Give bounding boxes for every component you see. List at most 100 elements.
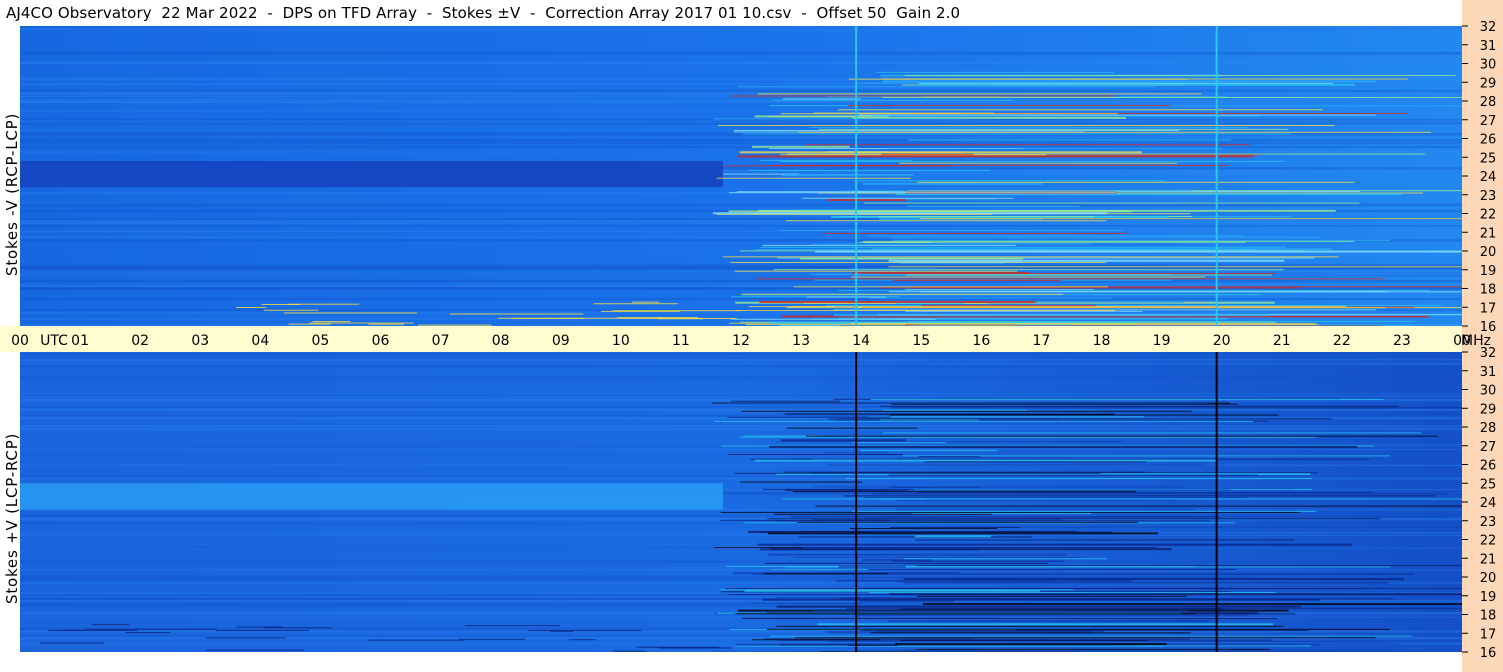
time-tick-label: 06 [372, 333, 390, 349]
emission-line [897, 500, 1178, 502]
emission-line [826, 198, 906, 201]
emission-line [742, 293, 1064, 295]
emission-line [845, 478, 1312, 480]
emission-line [612, 310, 741, 312]
emission-line [768, 553, 1067, 556]
top-panel-ylabel: Stokes -V (RCP-LCP) [3, 112, 21, 276]
emission-line [750, 458, 813, 460]
time-axis-svg: 00 UTC 01 02 03 04 05 06 07 08 09 10 11 12 13 14 15 16 17 1… [11, 333, 1491, 349]
horizontal-stripe [20, 62, 1462, 64]
time-tick-label: 02 [131, 333, 149, 349]
emission-line [775, 597, 891, 599]
emission-line [917, 181, 1354, 183]
emission-line [888, 266, 1462, 268]
emission-line [756, 249, 1256, 251]
emission-line [849, 268, 937, 270]
emission-line [847, 105, 1171, 107]
emission-line [769, 445, 1358, 448]
time-tick-label: 00 [11, 333, 29, 349]
emission-line [921, 305, 1097, 307]
horizontal-stripe [20, 51, 1462, 55]
emission-line [888, 474, 1258, 476]
emission-line [793, 556, 1083, 558]
emission-line [903, 578, 1404, 581]
bottom-strip [0, 652, 1462, 672]
emission-line [312, 321, 351, 323]
emission-line [776, 441, 1123, 443]
horizontal-stripe [20, 531, 1462, 534]
emission-line [762, 598, 1321, 601]
emission-line [837, 109, 1323, 111]
time-tick-label: 12 [732, 333, 750, 349]
horizontal-stripe [20, 364, 1462, 368]
horizontal-stripe [20, 98, 1462, 101]
emission-line [205, 649, 305, 651]
emission-line [737, 155, 1254, 158]
time-tick-label: 15 [912, 333, 930, 349]
emission-line [892, 239, 1391, 241]
horizontal-stripe [20, 140, 1462, 143]
emission-line [722, 256, 1339, 258]
emission-line [904, 74, 1456, 76]
emission-line [759, 159, 913, 161]
emission-line [863, 202, 1360, 204]
emission-line [838, 289, 1430, 291]
emission-line [827, 464, 1207, 466]
time-tick-label: UTC [40, 333, 68, 349]
emission-line [755, 459, 1216, 462]
emission-line [800, 257, 1024, 260]
emission-line [916, 595, 1187, 597]
emission-line [205, 637, 286, 639]
spectrogram-top [20, 26, 1462, 326]
emission-line [863, 182, 1043, 185]
horizontal-stripe [20, 464, 1462, 467]
emission-line [805, 435, 1438, 437]
emission-line [736, 310, 1115, 312]
horizontal-stripe [20, 203, 1462, 207]
emission-line [728, 402, 1209, 404]
horizontal-stripe [20, 312, 1462, 314]
emission-line [869, 297, 1113, 299]
emission-line [823, 232, 1127, 234]
emission-line [728, 192, 1116, 194]
emission-line [714, 420, 1254, 422]
emission-line [795, 637, 1376, 639]
emission-line [889, 236, 1319, 238]
emission-line [716, 177, 911, 179]
emission-line [782, 174, 914, 177]
emission-line [881, 153, 974, 155]
emission-line [783, 413, 849, 415]
time-axis: 00 UTC 01 02 03 04 05 06 07 08 09 10 11 12 13 14 15 16 17 1… [0, 326, 1491, 352]
emission-line [730, 318, 936, 320]
spectrogram-top-svg [20, 26, 1462, 326]
emission-line [827, 640, 1384, 642]
emission-line [767, 518, 1381, 520]
emission-line [887, 620, 1210, 622]
emission-line [751, 145, 850, 148]
emission-line [759, 300, 1036, 303]
emission-line [792, 491, 1136, 493]
emission-line [868, 235, 1245, 237]
emission-line [780, 439, 906, 442]
emission-line [868, 591, 1276, 593]
emission-line [737, 86, 1156, 88]
emission-line [806, 296, 886, 298]
time-tick-label: 18 [1093, 333, 1111, 349]
emission-line [835, 580, 1133, 582]
emission-line [735, 613, 1196, 615]
time-tick-label: 03 [191, 333, 209, 349]
emission-line [843, 495, 1436, 497]
emission-line [857, 614, 1249, 617]
emission-line [782, 98, 861, 100]
emission-line [732, 95, 1116, 97]
emission-line [914, 535, 992, 538]
emission-line [868, 416, 1145, 418]
emission-line [864, 496, 1247, 498]
emission-line [786, 307, 1386, 309]
emission-line [719, 589, 1074, 591]
emission-line [762, 244, 1016, 246]
emission-line [763, 573, 889, 575]
time-tick-label: 07 [432, 333, 450, 349]
emission-line [776, 520, 1210, 522]
horizontal-stripe [20, 145, 1462, 149]
